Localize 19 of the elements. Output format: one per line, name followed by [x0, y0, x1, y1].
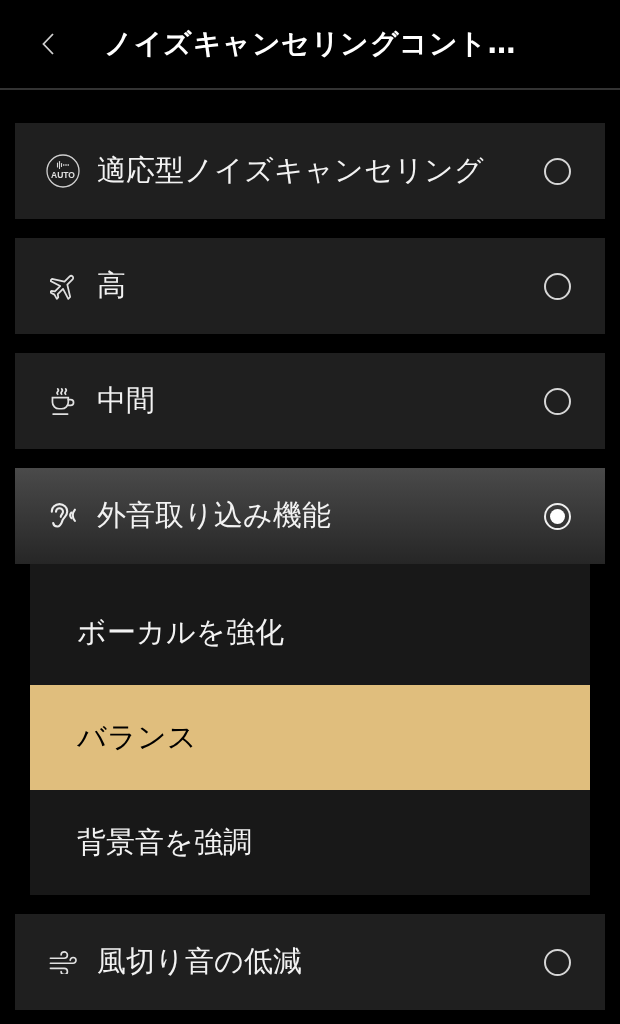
back-icon[interactable] [42, 33, 54, 55]
sound-option[interactable]: ボーカルを強化 [30, 580, 590, 685]
sound-option[interactable]: バランス [30, 685, 590, 790]
radio-button[interactable] [544, 948, 571, 976]
mode-option[interactable]: 風切り音の低減 [15, 914, 605, 1010]
coffee-cup-icon [51, 386, 75, 416]
screen-title: ノイズキャンセリングコント… [104, 26, 516, 62]
airplane-icon [49, 272, 77, 300]
radio-button[interactable] [544, 387, 571, 415]
ear-icon [49, 502, 77, 530]
sound-option[interactable]: 背景音を強調 [30, 790, 590, 895]
mode-option[interactable]: 高 [15, 238, 605, 334]
mode-option[interactable]: AUTO 適応型ノイズキャンセリング [15, 123, 605, 219]
auto-sound-icon: AUTO [46, 154, 80, 188]
mode-option[interactable]: 中間 [15, 353, 605, 449]
wind-icon [49, 950, 77, 974]
mode-option[interactable]: 外音取り込み機能 [15, 468, 605, 564]
radio-button[interactable] [544, 272, 571, 300]
radio-button[interactable] [544, 157, 571, 185]
